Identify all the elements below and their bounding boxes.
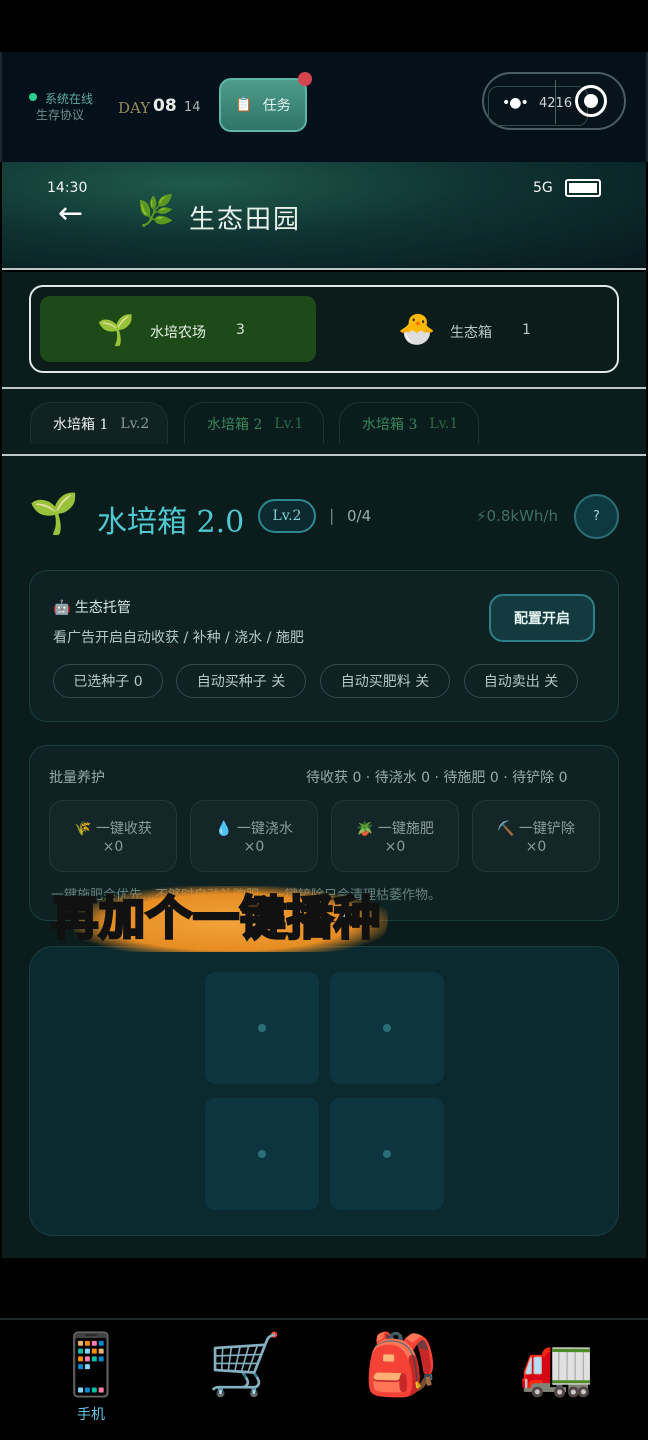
slot-count: 0/4	[347, 507, 372, 525]
action-label: 🪴 一键施肥	[356, 821, 434, 837]
action-label: 🌾 一键收获	[74, 821, 152, 837]
eco-title: 🤖 生态托管	[53, 600, 131, 616]
action-label: 💧 一键浇水	[215, 821, 293, 837]
status-time: 14:30	[47, 180, 88, 196]
batch-title: 批量养护	[49, 770, 105, 786]
config-enable-button[interactable]: 配置开启	[489, 594, 595, 642]
separator: |	[329, 506, 335, 525]
day-number: 08	[153, 96, 177, 116]
plot-area	[29, 946, 619, 1236]
slot-dot	[383, 1150, 391, 1158]
back-arrow-icon[interactable]: ←	[58, 196, 83, 231]
tab-box-1[interactable]: 水培箱 1 Lv.2	[30, 402, 168, 444]
auto-buy-fertilizer-chip[interactable]: 自动买肥料 关	[320, 664, 450, 698]
tab-level: Lv.2	[120, 415, 150, 432]
tab-label: 水培箱 3	[362, 416, 418, 433]
leaf-icon: 🌿	[137, 194, 175, 229]
phone-icon[interactable]: 📱	[46, 1330, 136, 1400]
help-button[interactable]: ?	[574, 494, 619, 539]
fertilize-all-button[interactable]: 🪴 一键施肥 ×0	[331, 800, 459, 872]
divider	[2, 454, 646, 456]
protocol-label: 生存协议	[36, 108, 85, 122]
seedling-icon: 🌱	[97, 313, 135, 348]
tab-label: 水培箱 1	[53, 416, 109, 433]
divider	[2, 387, 646, 389]
auto-sell-chip[interactable]: 自动卖出 关	[464, 664, 578, 698]
battery-icon	[565, 179, 601, 197]
water-all-button[interactable]: 💧 一键浇水 ×0	[190, 800, 318, 872]
tab-box-2[interactable]: 水培箱 2 Lv.1	[184, 402, 324, 444]
task-label: 任务	[262, 98, 291, 114]
action-count: ×0	[384, 839, 406, 855]
selected-seeds-chip[interactable]: 已选种子 0	[53, 664, 163, 698]
system-status: 系统在线	[45, 92, 94, 106]
action-count: ×0	[525, 839, 547, 855]
harvest-all-button[interactable]: 🌾 一键收获 ×0	[49, 800, 177, 872]
capsule-divider	[555, 80, 556, 124]
record-icon[interactable]	[575, 85, 607, 117]
page-title: 生态田园	[189, 205, 302, 235]
app-header	[2, 162, 646, 270]
chick-icon[interactable]: 🐣	[398, 312, 435, 347]
action-count: ×0	[243, 839, 265, 855]
plot-slot[interactable]	[330, 1098, 444, 1210]
eco-description: 看广告开启自动收获 / 补种 / 浇水 / 施肥	[53, 630, 304, 646]
day-label: DAY	[118, 99, 151, 117]
tab-label: 水培箱 2	[207, 416, 263, 433]
plot-slot[interactable]	[205, 1098, 319, 1210]
more-dots-icon[interactable]: •●•	[502, 95, 529, 111]
category-label: 水培农场	[150, 325, 206, 341]
auto-buy-seeds-chip[interactable]: 自动买种子 关	[176, 664, 306, 698]
slot-dot	[258, 1024, 266, 1032]
nav-divider	[0, 1318, 648, 1320]
category-count: 3	[236, 322, 245, 338]
box-level-badge: Lv.2	[258, 499, 316, 533]
batch-stats: 待收获 0 · 待浇水 0 · 待施肥 0 · 待铲除 0	[306, 770, 568, 786]
category-label[interactable]: 生态箱	[450, 322, 492, 342]
divider	[2, 268, 646, 270]
online-status-dot	[29, 93, 37, 101]
tab-level: Lv.1	[274, 415, 304, 432]
plot-slot[interactable]	[205, 972, 319, 1084]
cart-icon[interactable]: 🛒	[200, 1330, 290, 1400]
slot-dot	[258, 1150, 266, 1158]
tab-level: Lv.1	[429, 415, 459, 432]
category-count: 1	[522, 322, 531, 338]
truck-icon[interactable]: 🚛	[512, 1330, 602, 1400]
action-label: ⛏️ 一键铲除	[497, 821, 575, 837]
nav-label-phone[interactable]: 手机	[77, 1404, 105, 1424]
plot-slot[interactable]	[330, 972, 444, 1084]
task-notification-dot	[298, 72, 312, 86]
box-title: 水培箱 2.0	[97, 505, 245, 540]
day-sub: 14	[184, 100, 201, 115]
remove-all-button[interactable]: ⛏️ 一键铲除 ×0	[472, 800, 600, 872]
action-count: ×0	[102, 839, 124, 855]
slot-dot	[383, 1024, 391, 1032]
backpack-icon[interactable]: 🎒	[356, 1330, 446, 1400]
clipboard-icon: 📋	[235, 97, 253, 113]
seedling-icon: 🌱	[29, 491, 79, 537]
network-label: 5G	[533, 180, 553, 196]
task-button[interactable]: 📋 任务	[219, 78, 307, 132]
video-caption: 再加个一键播种	[51, 890, 382, 947]
power-usage: ⚡0.8kWh/h	[476, 507, 558, 525]
tab-box-3[interactable]: 水培箱 3 Lv.1	[339, 402, 479, 444]
